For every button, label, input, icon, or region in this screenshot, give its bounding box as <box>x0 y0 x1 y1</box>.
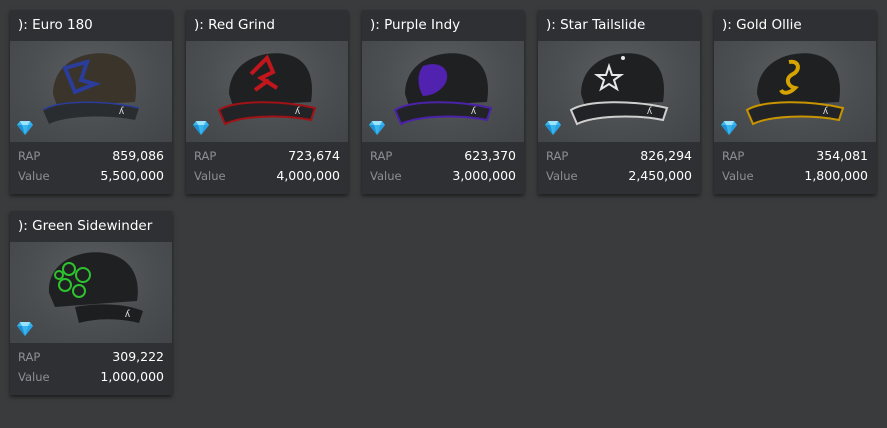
item-stats: RAP 309,222 Value 1,000,000 <box>10 347 172 387</box>
item-name[interactable]: ): Star Tailslide <box>538 10 700 41</box>
item-card-euro-180[interactable]: ): Euro 180 ʎ RAP 859,086 Value 5,500,000 <box>10 10 172 194</box>
diamond-icon <box>721 121 737 135</box>
item-stats: RAP 859,086 Value 5,500,000 <box>10 146 172 186</box>
cap-image: ʎ <box>48 252 143 323</box>
value-label: Value <box>722 169 754 183</box>
value-label: Value <box>18 169 50 183</box>
rap-label: RAP <box>370 149 393 163</box>
svg-text:ʎ: ʎ <box>647 106 652 117</box>
rap-label: RAP <box>18 149 41 163</box>
cap-image: ʎ <box>42 53 140 124</box>
item-stats: RAP 723,674 Value 4,000,000 <box>186 146 348 186</box>
value-label: Value <box>546 169 578 183</box>
item-stats: RAP 354,081 Value 1,800,000 <box>714 146 876 186</box>
value-amount: 4,000,000 <box>276 168 340 183</box>
item-stats: RAP 623,370 Value 3,000,000 <box>362 146 524 186</box>
item-thumbnail[interactable]: ʎ <box>10 242 172 343</box>
item-name[interactable]: ): Euro 180 <box>10 10 172 41</box>
value-amount: 5,500,000 <box>100 168 164 183</box>
rap-value: 859,086 <box>112 148 164 163</box>
svg-text:ʎ: ʎ <box>125 309 130 320</box>
value-amount: 3,000,000 <box>452 168 516 183</box>
rap-value: 354,081 <box>816 148 868 163</box>
cap-image: ʎ <box>393 53 493 126</box>
diamond-icon <box>193 121 209 135</box>
rap-value: 723,674 <box>288 148 340 163</box>
value-amount: 2,450,000 <box>628 168 692 183</box>
cap-image: ʎ <box>569 53 669 126</box>
item-thumbnail[interactable]: ʎ <box>186 41 348 142</box>
item-thumbnail[interactable]: ʎ <box>714 41 876 142</box>
value-amount: 1,000,000 <box>100 369 164 384</box>
diamond-icon <box>17 322 33 336</box>
svg-text:ʎ: ʎ <box>119 106 124 117</box>
item-card-purple-indy[interactable]: ): Purple Indy ʎ RAP 623,370 Value 3,000,0… <box>362 10 524 194</box>
item-name[interactable]: ): Gold Ollie <box>714 10 876 41</box>
item-name[interactable]: ): Red Grind <box>186 10 348 41</box>
value-label: Value <box>18 370 50 384</box>
item-thumbnail[interactable]: ʎ <box>10 41 172 142</box>
rap-value: 309,222 <box>112 349 164 364</box>
rap-label: RAP <box>546 149 569 163</box>
item-card-star-tailslide[interactable]: ): Star Tailslide ʎ RAP 826,294 Value 2,45… <box>538 10 700 194</box>
cap-image: ʎ <box>217 53 317 126</box>
rap-value: 826,294 <box>640 148 692 163</box>
item-stats: RAP 826,294 Value 2,450,000 <box>538 146 700 186</box>
item-thumbnail[interactable]: ʎ <box>538 41 700 142</box>
item-thumbnail[interactable]: ʎ <box>362 41 524 142</box>
item-card-red-grind[interactable]: ): Red Grind ʎ RAP 723,674 Value 4,000,000 <box>186 10 348 194</box>
item-card-green-sidewinder[interactable]: ): Green Sidewinder ʎ RAP 309,222 Value 1,… <box>10 211 172 395</box>
item-card-gold-ollie[interactable]: ): Gold Ollie ʎ RAP 354,081 Value 1,800,00… <box>714 10 876 194</box>
svg-text:ʎ: ʎ <box>471 106 476 117</box>
value-label: Value <box>370 169 402 183</box>
value-label: Value <box>194 169 226 183</box>
rap-label: RAP <box>18 350 41 364</box>
rap-label: RAP <box>722 149 745 163</box>
item-name[interactable]: ): Purple Indy <box>362 10 524 41</box>
diamond-icon <box>545 121 561 135</box>
diamond-icon <box>369 121 385 135</box>
svg-text:ʎ: ʎ <box>823 106 828 117</box>
svg-text:ʎ: ʎ <box>295 106 300 117</box>
value-amount: 1,800,000 <box>804 168 868 183</box>
diamond-icon <box>17 121 33 135</box>
cap-image: ʎ <box>745 53 845 126</box>
item-name[interactable]: ): Green Sidewinder <box>10 211 172 242</box>
rap-label: RAP <box>194 149 217 163</box>
rap-value: 623,370 <box>464 148 516 163</box>
